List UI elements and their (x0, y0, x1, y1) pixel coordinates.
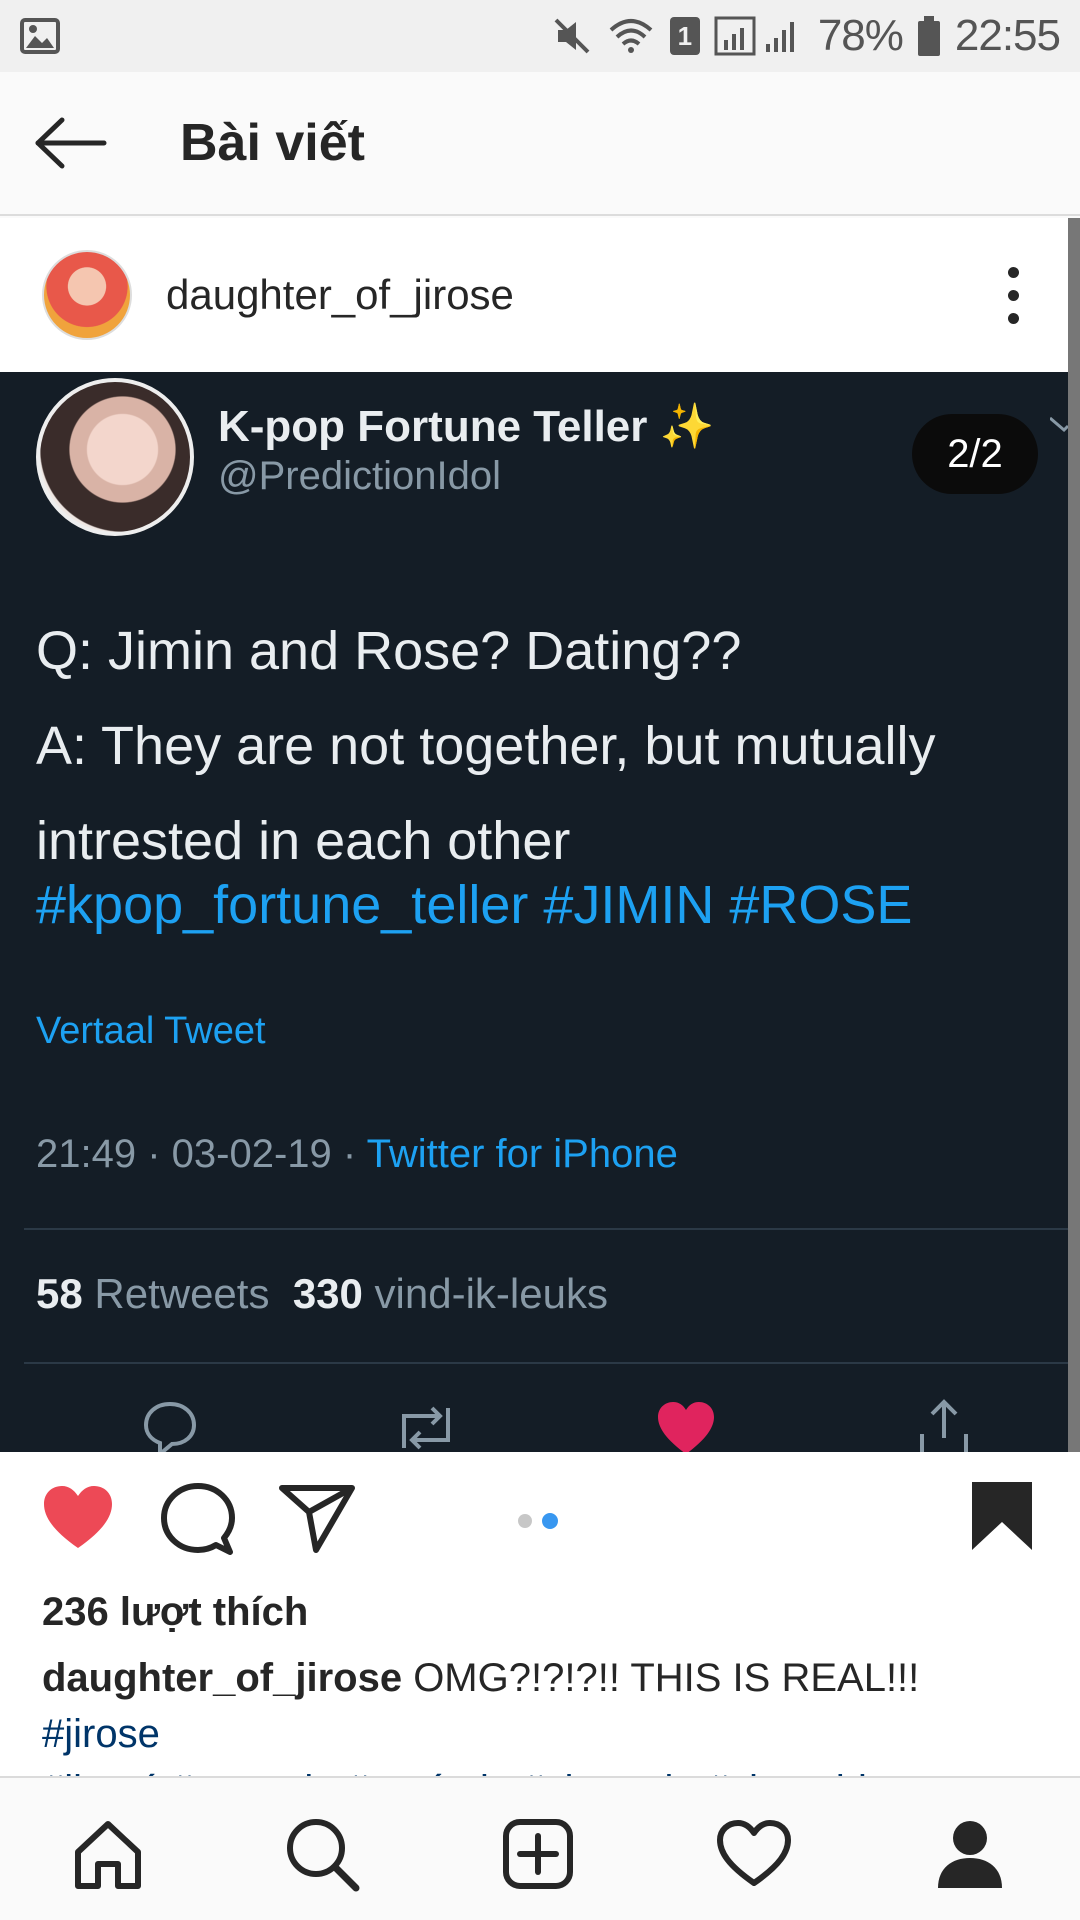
avatar[interactable] (42, 250, 132, 340)
mute-icon (554, 18, 590, 54)
tweet-actions (0, 1398, 1068, 1452)
tweet-avatar (36, 378, 194, 536)
caption: daughter_of_jirose OMG?!?!?!! THIS IS RE… (42, 1650, 1042, 1776)
heart-filled-icon (658, 1402, 714, 1452)
tweet-handle: @PredictionIdol (218, 454, 501, 498)
sim-icon: 1 (669, 17, 700, 55)
tweet-source: Twitter for iPhone (366, 1132, 678, 1176)
reply-icon (143, 1401, 197, 1452)
activity-icon (717, 1820, 791, 1886)
top-bar: Bài viết (0, 72, 1080, 216)
tweet-line-question: Q: Jimin and Rose? Dating?? (36, 621, 742, 681)
more-vertical-icon (1007, 266, 1019, 278)
scroll-indicator (1068, 218, 1080, 1452)
bottom-nav (0, 1776, 1080, 1920)
tweet-like-count: 330 (292, 1270, 363, 1317)
comment-button[interactable] (160, 1482, 236, 1558)
retweet-icon (402, 1406, 450, 1450)
carousel-dot (518, 1514, 532, 1528)
tweet-stats: 58 Retweets 330 vind-ik-leuks (36, 1270, 608, 1318)
search-icon (287, 1819, 360, 1892)
tweet-like-label: vind-ik-leuks (362, 1270, 608, 1317)
divider (24, 1228, 1068, 1230)
battery-icon (917, 16, 940, 56)
wifi-icon (609, 19, 653, 53)
divider (24, 1362, 1068, 1364)
battery-percent: 78% (817, 11, 904, 60)
tweet-line-answer: A: They are not together, but mutually (36, 716, 936, 776)
carousel-dot-active (542, 1513, 558, 1529)
image-icon (20, 18, 60, 54)
caption-username[interactable]: daughter_of_jirose (42, 1656, 402, 1700)
caption-hashtag[interactable]: #jirose (42, 1712, 160, 1756)
add-post-icon (503, 1819, 573, 1889)
page-title: Bài viết (180, 114, 365, 172)
post-header: daughter_of_jirose (0, 218, 1068, 372)
heart-filled-icon (44, 1486, 112, 1548)
home-icon (75, 1821, 141, 1889)
nav-home-button[interactable] (68, 1814, 148, 1894)
signal-icon (714, 16, 794, 56)
post-image[interactable]: K-pop Fortune Teller ✨ @PredictionIdol 2… (0, 372, 1068, 1452)
tweet-hashtags: #kpop_fortune_teller #JIMIN #ROSE (36, 875, 913, 935)
post-username[interactable]: daughter_of_jirose (166, 271, 514, 319)
arrow-left-icon (35, 117, 107, 169)
share-button[interactable] (278, 1482, 356, 1554)
post-actions (0, 1452, 1080, 1588)
post-footer: 236 lượt thích daughter_of_jirose OMG?!?… (0, 1588, 1080, 1776)
tweet-display-name: K-pop Fortune Teller ✨ (218, 402, 715, 451)
chevron-down-icon (1050, 416, 1068, 433)
more-options-button[interactable] (998, 255, 1028, 335)
send-icon (279, 1485, 355, 1553)
caption-text: OMG?!?!?!! THIS IS REAL!!! (402, 1656, 920, 1700)
clock: 22:55 (954, 11, 1061, 60)
retweet-label: Retweets (82, 1270, 293, 1317)
caption-hashtags[interactable]: #jirosé #rosemin #rosémin #chaemin #chae… (42, 1768, 900, 1776)
carousel-indicator (518, 1513, 558, 1529)
save-button[interactable] (970, 1480, 1034, 1552)
nav-profile-button[interactable] (930, 1814, 1010, 1894)
translate-tweet-link: Vertaal Tweet (36, 1010, 266, 1052)
back-button[interactable] (0, 71, 140, 215)
nav-search-button[interactable] (282, 1814, 362, 1894)
nav-new-post-button[interactable] (498, 1814, 578, 1894)
nav-activity-button[interactable] (714, 1814, 794, 1894)
tweet-meta: 21:49 · 03-02-19 · Twitter for iPhone (36, 1132, 678, 1177)
profile-icon (938, 1821, 1002, 1888)
like-button[interactable] (40, 1482, 116, 1552)
like-count[interactable]: 236 lượt thích (42, 1590, 308, 1635)
tweet-timestamp: 21:49 · 03-02-19 · (36, 1132, 367, 1176)
status-bar: 1 78% 22:55 (0, 0, 1080, 72)
bookmark-filled-icon (972, 1482, 1032, 1550)
share-icon (920, 1399, 968, 1452)
comment-icon (161, 1483, 235, 1555)
tweet-text: Q: Jimin and Rose? Dating?? A: They are … (36, 604, 1056, 889)
retweet-count: 58 (36, 1270, 83, 1317)
image-counter: 2/2 (912, 414, 1038, 494)
